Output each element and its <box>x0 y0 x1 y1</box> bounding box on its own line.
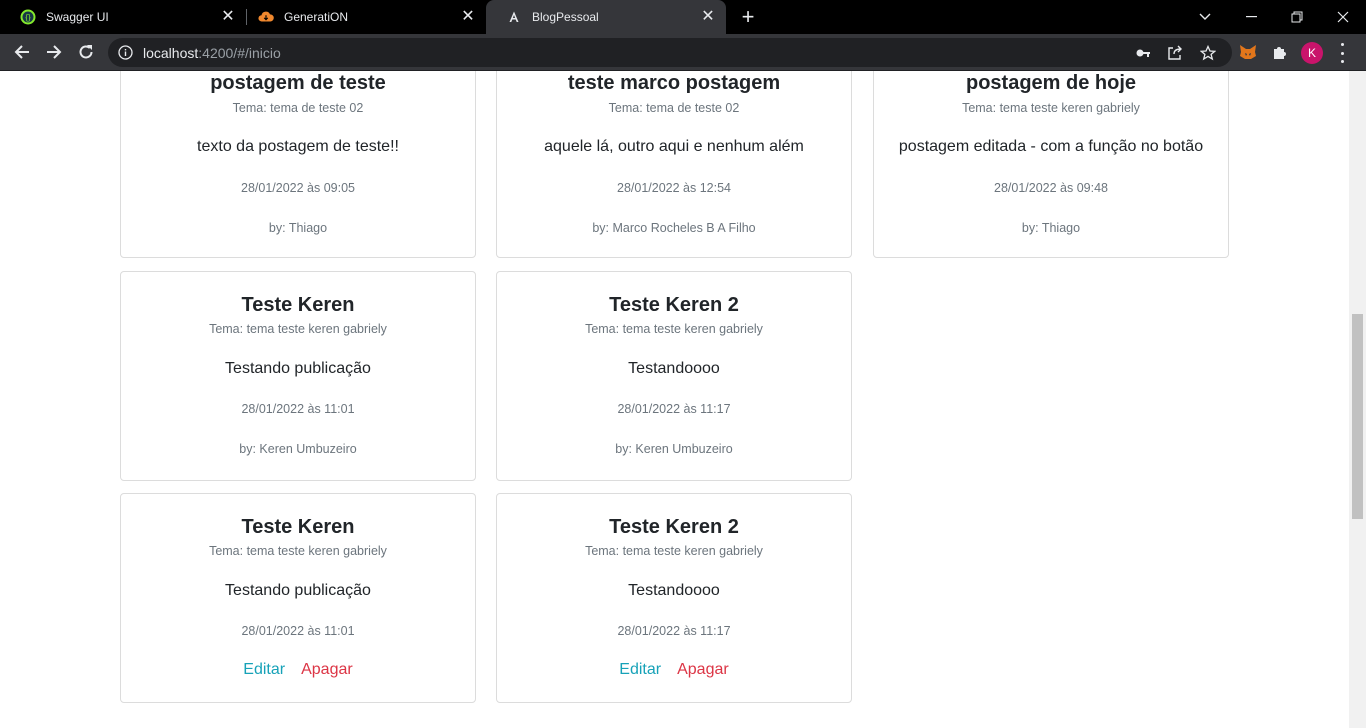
post-date: 28/01/2022 às 12:54 <box>617 181 731 195</box>
angular-icon <box>506 9 522 25</box>
scrollbar-thumb[interactable] <box>1352 314 1363 519</box>
minimize-icon[interactable] <box>1228 0 1274 34</box>
post-card: teste marco postagem Tema: tema de teste… <box>496 71 852 258</box>
close-icon[interactable]: ✕ <box>700 9 716 25</box>
info-icon[interactable] <box>118 45 133 60</box>
post-card: postagem de hoje Tema: tema teste keren … <box>873 71 1229 258</box>
tab-blogpessoal[interactable]: BlogPessoal ✕ <box>486 0 726 34</box>
post-date: 28/01/2022 às 09:48 <box>994 181 1108 195</box>
close-window-icon[interactable] <box>1320 0 1366 34</box>
close-icon[interactable]: ✕ <box>460 9 476 25</box>
share-icon[interactable] <box>1167 45 1183 61</box>
address-bar[interactable]: localhost:4200/#/inicio <box>108 38 1232 67</box>
tab-search-icon[interactable] <box>1182 0 1228 34</box>
svg-text:{}: {} <box>25 13 31 22</box>
extensions-puzzle-icon[interactable] <box>1270 42 1290 62</box>
tab-title: GeneratiON <box>284 10 349 24</box>
reload-icon[interactable] <box>73 39 99 65</box>
url-text: localhost:4200/#/inicio <box>143 45 281 61</box>
post-tema: Tema: tema teste keren gabriely <box>209 544 387 558</box>
menu-icon[interactable] <box>1339 43 1345 63</box>
post-title: postagem de hoje <box>965 72 1137 94</box>
post-card: Teste Keren Tema: tema teste keren gabri… <box>120 493 476 703</box>
post-text: Testandoooo <box>628 360 720 377</box>
post-actions: Editar Apagar <box>121 661 475 679</box>
post-title: Teste Keren <box>241 294 355 316</box>
post-date: 28/01/2022 às 09:05 <box>241 181 355 195</box>
post-author: by: Marco Rocheles B A Filho <box>592 221 756 235</box>
cloud-icon <box>258 9 274 25</box>
swagger-icon: {} <box>20 9 36 25</box>
bookmark-star-icon[interactable] <box>1199 44 1217 61</box>
forward-icon[interactable] <box>41 39 67 65</box>
page-viewport: postagem de teste Tema: tema de teste 02… <box>0 71 1366 728</box>
post-card: Teste Keren 2 Tema: tema teste keren gab… <box>496 493 852 703</box>
close-icon[interactable]: ✕ <box>220 9 236 25</box>
post-actions: Editar Apagar <box>497 661 851 679</box>
post-text: Testandoooo <box>628 582 720 599</box>
edit-link[interactable]: Editar <box>619 661 661 679</box>
post-text: texto da postagem de teste!! <box>197 138 399 155</box>
post-text: Testando publicação <box>225 360 371 377</box>
tab-title: Swagger UI <box>46 10 109 24</box>
new-tab-icon[interactable]: + <box>738 6 758 28</box>
post-text: postagem editada - com a função no botão <box>898 138 1204 155</box>
post-tema: Tema: tema de teste 02 <box>232 101 364 115</box>
metamask-icon[interactable] <box>1238 42 1258 62</box>
tab-title: BlogPessoal <box>532 10 599 24</box>
post-title: Teste Keren 2 <box>609 516 739 538</box>
post-card: Teste Keren Tema: tema teste keren gabri… <box>120 271 476 481</box>
back-icon[interactable] <box>9 39 35 65</box>
post-tema: Tema: tema teste keren gabriely <box>209 322 387 336</box>
post-author: by: Keren Umbuzeiro <box>615 442 733 456</box>
tab-swagger[interactable]: {} Swagger UI ✕ <box>0 0 246 34</box>
delete-link[interactable]: Apagar <box>301 661 353 679</box>
post-date: 28/01/2022 às 11:17 <box>617 402 731 416</box>
url-path: :4200/#/inicio <box>198 45 281 61</box>
post-card: postagem de teste Tema: tema de teste 02… <box>120 71 476 258</box>
restore-icon[interactable] <box>1274 0 1320 34</box>
post-date: 28/01/2022 às 11:01 <box>241 624 355 638</box>
tab-generation[interactable]: GeneratiON ✕ <box>238 0 486 34</box>
post-text: aquele lá, outro aqui e nenhum além <box>544 138 804 155</box>
page-scrollbar[interactable] <box>1349 71 1366 728</box>
post-tema: Tema: tema teste keren gabriely <box>585 322 763 336</box>
post-title: postagem de teste <box>210 72 386 94</box>
profile-avatar[interactable]: K <box>1301 42 1323 64</box>
delete-link[interactable]: Apagar <box>677 661 729 679</box>
post-tema: Tema: tema de teste 02 <box>608 101 740 115</box>
post-author: by: Thiago <box>268 221 328 235</box>
post-author: by: Thiago <box>1021 221 1081 235</box>
key-icon[interactable] <box>1135 45 1151 61</box>
post-card: Teste Keren 2 Tema: tema teste keren gab… <box>496 271 852 481</box>
post-author: by: Keren Umbuzeiro <box>239 442 357 456</box>
url-host: localhost <box>143 45 199 61</box>
post-tema: Tema: tema teste keren gabriely <box>585 544 763 558</box>
browser-toolbar: localhost:4200/#/inicio K <box>0 34 1366 71</box>
post-title: Teste Keren 2 <box>609 294 739 316</box>
post-title: Teste Keren <box>241 516 355 538</box>
post-title: teste marco postagem <box>567 72 781 94</box>
edit-link[interactable]: Editar <box>243 661 285 679</box>
post-tema: Tema: tema teste keren gabriely <box>962 101 1140 115</box>
post-date: 28/01/2022 às 11:17 <box>617 624 731 638</box>
post-text: Testando publicação <box>225 582 371 599</box>
post-date: 28/01/2022 às 11:01 <box>241 402 355 416</box>
tab-strip: {} Swagger UI ✕ GeneratiON ✕ BlogPessoal… <box>0 0 1366 34</box>
